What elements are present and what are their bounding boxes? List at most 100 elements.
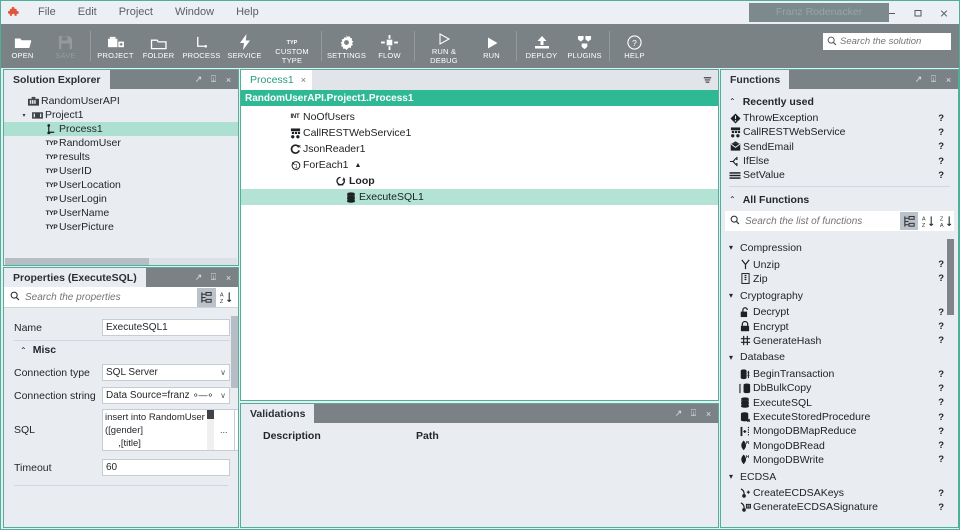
- solution-search-box[interactable]: [823, 33, 960, 50]
- help-icon[interactable]: ?: [938, 502, 944, 513]
- tree-item-userlogin[interactable]: TYP UserLogin: [4, 192, 238, 206]
- horizontal-scrollbar[interactable]: [5, 258, 237, 265]
- solution-explorer-tab[interactable]: Solution Explorer: [4, 70, 110, 89]
- menu-file[interactable]: File: [27, 1, 67, 24]
- toolbar-custom-type-button[interactable]: TYP CUSTOM TYPE: [266, 24, 318, 68]
- close-icon[interactable]: ×: [301, 75, 306, 85]
- pin-icon[interactable]: ⍗: [206, 268, 221, 287]
- property-value-connection-type[interactable]: SQL Server ∨: [102, 364, 230, 381]
- properties-search-input[interactable]: [20, 290, 197, 304]
- properties-search-box[interactable]: AZ: [4, 287, 238, 308]
- link-icon[interactable]: ⚬—⚬: [190, 390, 215, 401]
- sort-az-icon[interactable]: AZ: [216, 288, 235, 307]
- column-header-description[interactable]: Description: [241, 430, 416, 442]
- function-encrypt[interactable]: Encrypt ?: [721, 319, 958, 333]
- function-createecdsakeys[interactable]: CreateECDSAKeys ?: [721, 486, 958, 500]
- validations-tab[interactable]: Validations: [241, 404, 315, 423]
- toolbar-flow-button[interactable]: FLOW: [368, 24, 411, 68]
- functions-scrollbar[interactable]: [947, 239, 954, 316]
- tree-item-userlocation[interactable]: TYP UserLocation: [4, 178, 238, 192]
- help-icon[interactable]: ?: [938, 127, 944, 138]
- sql-scrollbar[interactable]: [206, 409, 214, 451]
- function-begintransaction[interactable]: BeginTransaction ?: [721, 367, 958, 381]
- help-icon[interactable]: ?: [938, 259, 944, 270]
- close-icon[interactable]: ×: [941, 70, 956, 89]
- function-generateecdsasignature[interactable]: GenerateECDSASignature ?: [721, 500, 958, 514]
- process-node-noofusers[interactable]: INT NoOfUsers: [241, 109, 718, 125]
- function-mongodbmapreduce[interactable]: MongoDBMapReduce ?: [721, 424, 958, 438]
- tree-item-userid[interactable]: TYP UserID: [4, 164, 238, 178]
- minimize-button[interactable]: [879, 1, 905, 24]
- maximize-button[interactable]: [905, 1, 931, 24]
- sort-za-icon[interactable]: ZA: [936, 212, 954, 230]
- toolbar-open-button[interactable]: OPEN: [1, 24, 44, 68]
- toolbar-service-button[interactable]: SERVICE: [223, 24, 266, 68]
- function-dbbulkcopy[interactable]: DbBulkCopy ?: [721, 381, 958, 395]
- help-icon[interactable]: ?: [938, 141, 944, 152]
- pin-icon[interactable]: ⍗: [206, 70, 221, 89]
- help-icon[interactable]: ?: [938, 369, 944, 380]
- menu-window[interactable]: Window: [164, 1, 225, 24]
- help-icon[interactable]: ?: [938, 170, 944, 181]
- menu-project[interactable]: Project: [108, 1, 164, 24]
- toolbar-settings-button[interactable]: SETTINGS: [325, 24, 368, 68]
- close-button[interactable]: [931, 1, 957, 24]
- toolbar-project-button[interactable]: PROJECT: [94, 24, 137, 68]
- pin-icon[interactable]: ⍗: [926, 70, 941, 89]
- toolbar-plugins-button[interactable]: PLUGINS: [563, 24, 606, 68]
- tree-item-process1[interactable]: Process1: [4, 122, 238, 136]
- float-icon[interactable]: ↗: [911, 70, 926, 89]
- property-value-connection-string[interactable]: Data Source=franzpc\sqls ⚬—⚬ ∨: [102, 387, 230, 404]
- function-executestoredprocedure[interactable]: ExecuteStoredProcedure ?: [721, 410, 958, 424]
- close-icon[interactable]: ×: [221, 268, 236, 287]
- tree-item-userpicture[interactable]: TYP UserPicture: [4, 220, 238, 234]
- menu-edit[interactable]: Edit: [67, 1, 108, 24]
- functions-tab[interactable]: Functions: [721, 70, 790, 89]
- help-icon[interactable]: ?: [938, 273, 944, 284]
- menu-help[interactable]: Help: [225, 1, 270, 24]
- search-input[interactable]: [837, 36, 960, 47]
- function-executesql[interactable]: ExecuteSQL ?: [721, 396, 958, 410]
- function-generatehash[interactable]: GenerateHash ?: [721, 334, 958, 348]
- help-icon[interactable]: ?: [938, 440, 944, 451]
- pin-icon[interactable]: ⍗: [686, 404, 701, 423]
- toolbar-folder-button[interactable]: FOLDER: [137, 24, 180, 68]
- help-icon[interactable]: ?: [938, 321, 944, 332]
- function-zip[interactable]: Zip ?: [721, 272, 958, 286]
- float-icon[interactable]: ↗: [191, 268, 206, 287]
- function-sendemail[interactable]: SendEmail ?: [721, 140, 958, 154]
- editor-tab-process1[interactable]: Process1 ×: [241, 70, 313, 90]
- function-setvalue[interactable]: SetValue ?: [721, 168, 958, 182]
- function-mongodbwrite[interactable]: H MongoDBWrite ?: [721, 453, 958, 467]
- process-node-loop[interactable]: Loop: [241, 173, 718, 189]
- functions-search-input[interactable]: [740, 214, 900, 228]
- sort-az-icon[interactable]: AZ: [918, 212, 936, 230]
- chevron-down-icon[interactable]: ∨: [218, 368, 226, 377]
- all-functions-list[interactable]: ▾ Compression Unzip ? Zip ? ▾ Cryptograp…: [721, 235, 958, 518]
- help-icon[interactable]: ?: [938, 412, 944, 423]
- chevron-down-icon[interactable]: ∨: [218, 391, 226, 400]
- help-icon[interactable]: ?: [938, 426, 944, 437]
- help-icon[interactable]: ?: [938, 488, 944, 499]
- tree-item-randomuserapi[interactable]: RandomUserAPI: [4, 94, 238, 108]
- toolbar-run-debug-button[interactable]: RUN & DEBUG: [418, 24, 470, 68]
- toolbar-help-button[interactable]: ? HELP: [613, 24, 656, 68]
- float-icon[interactable]: ↗: [191, 70, 206, 89]
- properties-tab[interactable]: Properties (ExecuteSQL): [4, 268, 146, 287]
- toolbar-save-button[interactable]: SAVE: [44, 24, 87, 68]
- function-category-database[interactable]: ▾ Database: [721, 348, 958, 367]
- help-icon[interactable]: ?: [938, 335, 944, 346]
- sql-textarea[interactable]: insert into RandomUser ([gender] ,[title…: [102, 409, 207, 451]
- function-decrypt[interactable]: Decrypt ?: [721, 305, 958, 319]
- property-value-name[interactable]: ExecuteSQL1: [102, 319, 230, 336]
- function-category-ecdsa[interactable]: ▾ ECDSA: [721, 467, 958, 486]
- help-icon[interactable]: ?: [938, 156, 944, 167]
- functions-search-box[interactable]: AZ ZA: [725, 211, 954, 232]
- tree-item-randomuser[interactable]: TYP RandomUser: [4, 136, 238, 150]
- float-icon[interactable]: ↗: [671, 404, 686, 423]
- process-node-foreach1[interactable]: 1 ForEach1 ▲: [241, 157, 718, 173]
- toolbar-run-button[interactable]: RUN: [470, 24, 513, 68]
- process-node-executesql1[interactable]: ExecuteSQL1: [241, 189, 718, 205]
- categorized-icon[interactable]: [197, 287, 216, 307]
- column-header-path[interactable]: Path: [416, 430, 439, 442]
